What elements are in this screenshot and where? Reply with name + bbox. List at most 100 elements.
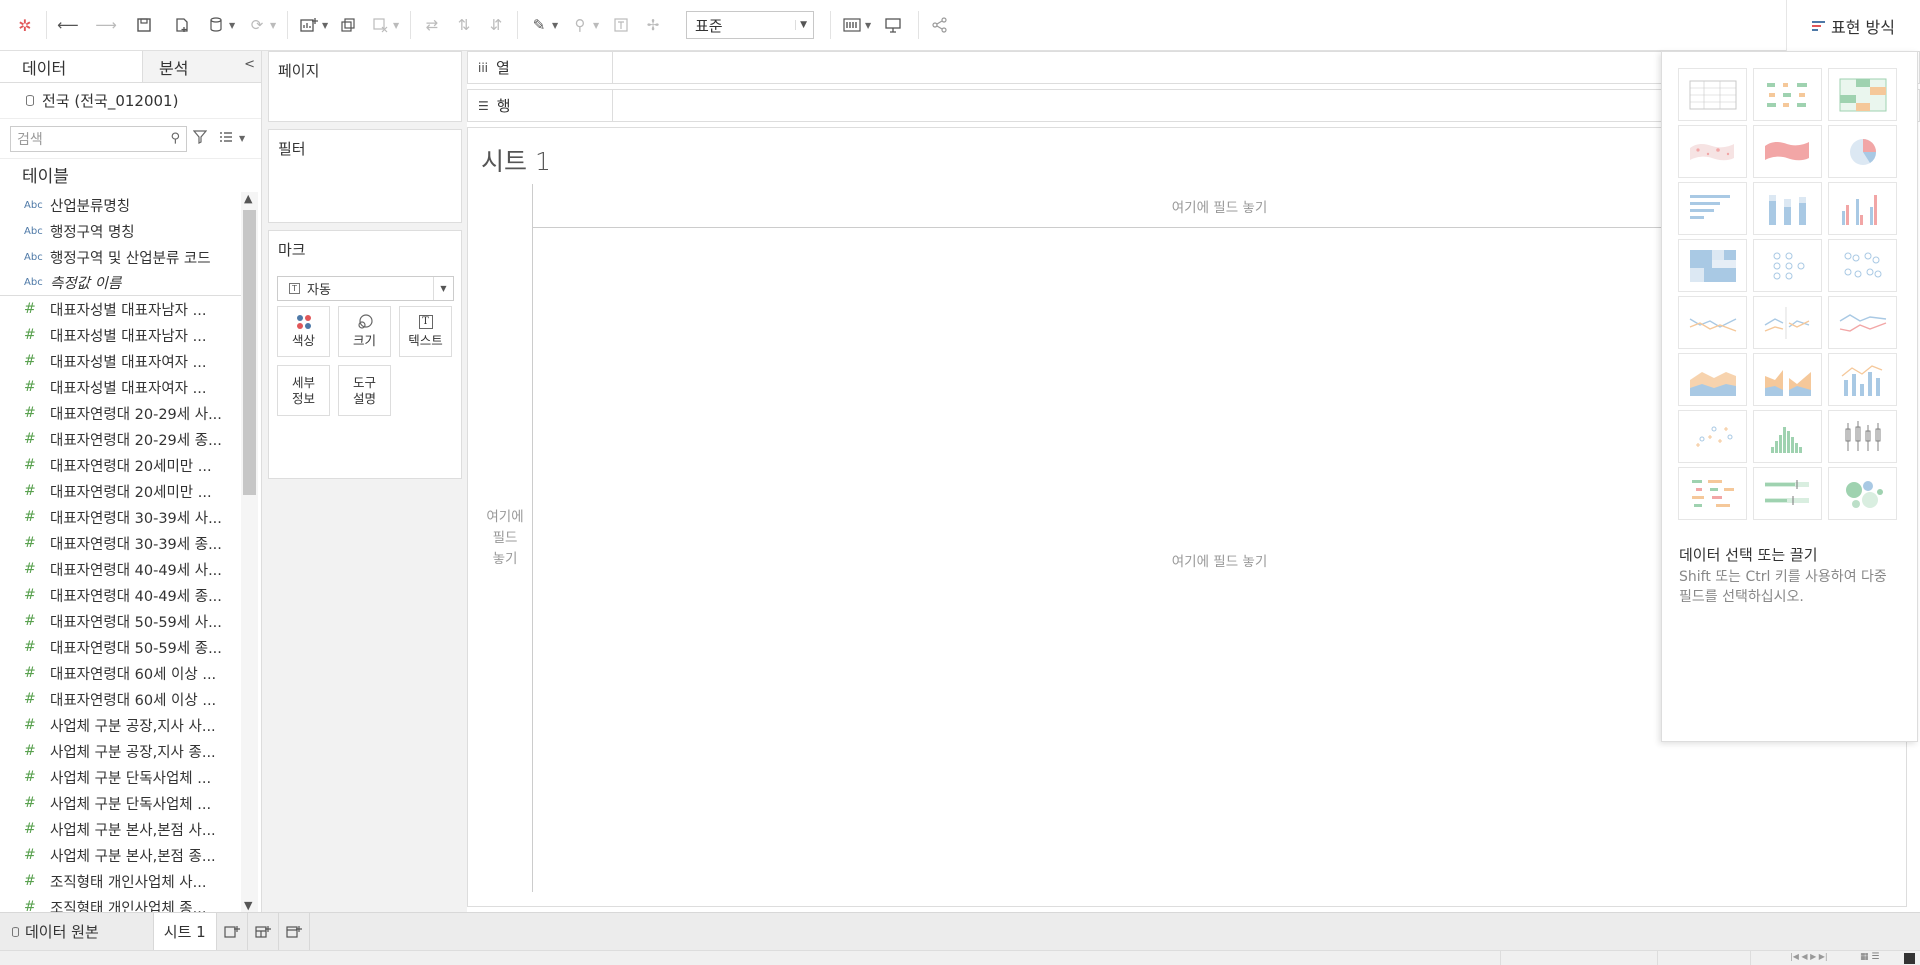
color-button[interactable]: 색상	[277, 306, 330, 357]
measure-field[interactable]: # 조직형태 개인사업체 사...	[0, 868, 241, 894]
measure-field[interactable]: # 사업체 구분 본사,본점 종...	[0, 842, 241, 868]
row-drop-zone[interactable]: 여기에 필드 놓기	[478, 184, 533, 892]
sort-descending-icon[interactable]: ⇵	[483, 12, 509, 38]
measure-field[interactable]: # 대표자연령대 20-29세 사...	[0, 400, 241, 426]
chart-type-area-continuous[interactable]	[1678, 353, 1747, 406]
chevron-down-icon[interactable]: ▼	[393, 21, 402, 30]
chart-type-scatter-plot[interactable]	[1678, 410, 1747, 463]
text-button[interactable]: T 텍스트	[399, 306, 452, 357]
measure-field[interactable]: # 대표자연령대 60세 이상 ...	[0, 686, 241, 712]
measure-field[interactable]: # 대표자성별 대표자여자 ...	[0, 374, 241, 400]
measure-field[interactable]: # 사업체 구분 본사,본점 사...	[0, 816, 241, 842]
field-list-scrollbar[interactable]: ▲ ▼	[241, 192, 258, 912]
presentation-mode-icon[interactable]	[880, 12, 906, 38]
measure-field[interactable]: # 대표자연령대 20세미만 ...	[0, 452, 241, 478]
measure-field[interactable]: # 대표자성별 대표자남자 ...	[0, 296, 241, 322]
show-cards-icon[interactable]	[839, 12, 865, 38]
chart-type-text-table[interactable]	[1678, 68, 1747, 121]
chart-type-highlight-table[interactable]	[1828, 68, 1897, 121]
chart-type-filled-map[interactable]	[1753, 125, 1822, 178]
new-worksheet-tab-icon[interactable]	[217, 913, 248, 950]
chart-type-bullet-graph[interactable]	[1753, 467, 1822, 520]
measure-field[interactable]: # 대표자연령대 20-29세 종...	[0, 426, 241, 452]
measure-field[interactable]: # 대표자연령대 30-39세 사...	[0, 504, 241, 530]
filmstrip-view-icon[interactable]	[1904, 953, 1915, 964]
size-button[interactable]: 크기	[338, 306, 391, 357]
chart-type-dual-lines[interactable]	[1828, 296, 1897, 349]
chart-type-packed-bubbles[interactable]	[1828, 467, 1897, 520]
mark-type-select[interactable]: T 자동 ▼	[277, 276, 454, 301]
chart-type-dual-combination[interactable]	[1828, 353, 1897, 406]
datasource-item[interactable]: 전국 (전국_012001)	[0, 83, 261, 119]
collapse-pane-icon[interactable]: <	[244, 57, 255, 72]
chart-type-continuous-lines[interactable]	[1678, 296, 1747, 349]
measure-field[interactable]: # 대표자연령대 20세미만 ...	[0, 478, 241, 504]
show-mark-labels-icon[interactable]	[608, 12, 634, 38]
search-input[interactable]: 검색 ⚲	[10, 125, 187, 152]
chart-type-discrete-lines[interactable]	[1753, 296, 1822, 349]
first-sheet-icon[interactable]: |◀ ◀ ▶ ▶|	[1790, 952, 1828, 961]
chart-type-histogram[interactable]	[1753, 410, 1822, 463]
view-fit-select[interactable]: 표준 ▼	[686, 11, 814, 39]
datasource-tab[interactable]: 데이터 원본	[0, 913, 111, 950]
swap-rows-columns-icon[interactable]: ⇄	[419, 12, 445, 38]
clear-sheet-icon[interactable]	[367, 12, 393, 38]
measure-field[interactable]: # 사업체 구분 공장,지사 사...	[0, 712, 241, 738]
highlight-icon[interactable]: ✎	[526, 12, 552, 38]
measure-field[interactable]: # 사업체 구분 단독사업체 ...	[0, 764, 241, 790]
chevron-down-icon[interactable]: ▼	[239, 134, 248, 143]
redo-icon[interactable]: ⟶	[93, 12, 119, 38]
chart-type-heat-map[interactable]	[1753, 68, 1822, 121]
new-story-tab-icon[interactable]	[279, 913, 310, 950]
measure-field[interactable]: # 대표자성별 대표자남자 ...	[0, 322, 241, 348]
tab-analysis[interactable]: 분석 <	[143, 51, 261, 82]
chevron-down-icon[interactable]: ▼	[270, 21, 279, 30]
dimension-field[interactable]: Abc 산업분류명칭	[0, 192, 241, 218]
undo-icon[interactable]: ⟵	[55, 12, 81, 38]
measure-field[interactable]: # 대표자연령대 30-39세 종...	[0, 530, 241, 556]
scroll-up-icon[interactable]: ▲	[244, 192, 252, 205]
filter-icon[interactable]	[192, 129, 208, 148]
new-dashboard-tab-icon[interactable]	[248, 913, 279, 950]
share-icon[interactable]	[927, 12, 953, 38]
duplicate-sheet-icon[interactable]	[335, 12, 361, 38]
group-members-icon[interactable]: ⚲	[567, 12, 593, 38]
chart-type-stacked-bars[interactable]	[1753, 182, 1822, 235]
chart-type-horizontal-bars[interactable]	[1678, 182, 1747, 235]
chevron-down-icon[interactable]: ▼	[229, 21, 238, 30]
measure-field[interactable]: # 대표자성별 대표자여자 ...	[0, 348, 241, 374]
show-me-button[interactable]: 표현 방식	[1786, 0, 1920, 51]
measure-field[interactable]: # 대표자연령대 40-49세 종...	[0, 582, 241, 608]
sort-ascending-icon[interactable]: ⇅	[451, 12, 477, 38]
tab-sheet-1[interactable]: 시트 1	[152, 913, 217, 950]
scrollbar-thumb[interactable]	[243, 210, 256, 495]
tab-data[interactable]: 데이터	[0, 51, 143, 82]
dimension-field[interactable]: Abc 행정구역 및 산업분류 코드	[0, 244, 241, 270]
filters-shelf[interactable]: 필터	[268, 129, 462, 223]
chart-type-circle-views[interactable]	[1753, 239, 1822, 292]
chevron-down-icon[interactable]: ▼	[593, 21, 602, 30]
measure-field[interactable]: # 사업체 구분 공장,지사 종...	[0, 738, 241, 764]
dimension-field[interactable]: Abc 측정값 이름	[0, 270, 241, 296]
measure-field[interactable]: # 조직형태 개인사업체 종...	[0, 894, 241, 912]
measure-field[interactable]: # 사업체 구분 단독사업체 ...	[0, 790, 241, 816]
new-datasource-icon[interactable]	[169, 12, 195, 38]
measure-field[interactable]: # 대표자연령대 40-49세 사...	[0, 556, 241, 582]
measure-field[interactable]: # 대표자연령대 50-59세 사...	[0, 608, 241, 634]
save-icon[interactable]	[131, 12, 157, 38]
pages-shelf[interactable]: 페이지	[268, 51, 462, 122]
chart-type-side-by-side-circles[interactable]	[1828, 239, 1897, 292]
measure-field[interactable]: # 대표자연령대 60세 이상 ...	[0, 660, 241, 686]
refresh-icon[interactable]: ⟳	[244, 12, 270, 38]
detail-button[interactable]: 세부 정보	[277, 365, 330, 416]
pin-axes-icon[interactable]: ✢	[640, 12, 666, 38]
chevron-down-icon[interactable]: ▼	[865, 21, 874, 30]
scroll-down-icon[interactable]: ▼	[244, 899, 252, 912]
chart-type-symbol-map[interactable]	[1678, 125, 1747, 178]
measure-field[interactable]: # 대표자연령대 50-59세 종...	[0, 634, 241, 660]
tableau-logo-icon[interactable]: ✲	[12, 12, 38, 38]
chart-type-area-discrete[interactable]	[1753, 353, 1822, 406]
chart-type-pie-chart[interactable]	[1828, 125, 1897, 178]
grid-view-icon[interactable]: ▦ ☰	[1860, 952, 1879, 962]
chevron-down-icon[interactable]: ▼	[322, 21, 331, 30]
